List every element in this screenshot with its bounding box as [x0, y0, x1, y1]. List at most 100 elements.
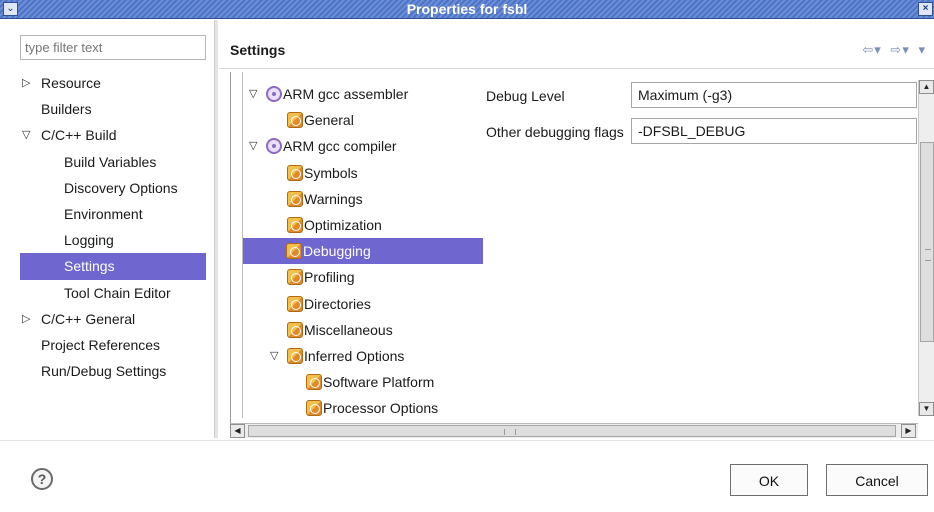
option-category-icon [287, 164, 303, 181]
option-category-icon [287, 112, 303, 129]
option-category-icon [287, 321, 303, 338]
tree-item-symbols[interactable]: Symbols [244, 160, 483, 186]
header-divider [219, 68, 934, 69]
nav-item-builders[interactable]: Builders [20, 96, 206, 122]
debug-level-select[interactable]: Maximum (-g3) [631, 82, 917, 108]
nav-item-cpp-general[interactable]: ▷ C/C++ General [20, 306, 206, 332]
option-category-icon [287, 216, 303, 233]
nav-item-cpp-build[interactable]: ▽ C/C++ Build [20, 122, 206, 148]
panel-sash[interactable] [214, 20, 218, 438]
option-category-icon [286, 243, 302, 260]
nav-item-settings[interactable]: Settings [20, 253, 206, 280]
collapse-triangle-icon[interactable]: ▽ [249, 133, 257, 159]
tool-settings-tree-panel: ▽ ARM gcc assembler General ▽ ARM gcc co… [230, 72, 483, 438]
horizontal-scroll-thumb[interactable] [248, 425, 896, 437]
tree-item-warnings[interactable]: Warnings [244, 186, 483, 212]
history-nav: ⇦▾ ⇨▾ ▾ [858, 42, 926, 58]
scroll-right-button[interactable]: ▶ [901, 424, 916, 438]
tree-item-label: Debugging [303, 243, 371, 260]
nav-item-run-debug-settings[interactable]: Run/Debug Settings [20, 358, 206, 384]
scroll-grip-icon [504, 429, 516, 435]
tree-item-label: ARM gcc assembler [283, 86, 409, 102]
vertical-scroll-thumb[interactable] [920, 142, 934, 342]
collapse-triangle-icon[interactable]: ▽ [270, 343, 278, 369]
vertical-scrollbar[interactable]: ▲ ▼ [918, 80, 934, 416]
tree-item-label: Warnings [304, 190, 363, 207]
option-category-icon [306, 400, 322, 417]
tree-item-label: Optimization [304, 216, 382, 233]
tree-item-label: Miscellaneous [304, 321, 393, 338]
collapse-triangle-icon[interactable]: ▽ [249, 81, 257, 107]
nav-item-label: Environment [64, 205, 143, 222]
scroll-grip-icon [925, 249, 931, 261]
tree-item-label: Profiling [304, 269, 355, 286]
option-category-icon [287, 269, 303, 286]
nav-item-label: Settings [64, 258, 115, 275]
expand-triangle-icon[interactable]: ▷ [22, 306, 34, 332]
option-category-icon [306, 374, 322, 391]
debug-level-label: Debug Level [486, 88, 565, 104]
other-debugging-flags-field[interactable]: -DFSBL_DEBUG [631, 118, 917, 144]
tree-item-miscellaneous[interactable]: Miscellaneous [244, 317, 483, 343]
tree-item-general[interactable]: General [244, 107, 483, 133]
scroll-up-button[interactable]: ▲ [919, 80, 934, 94]
nav-item-resource[interactable]: ▷ Resource [20, 70, 206, 96]
footer-divider [0, 440, 934, 441]
nav-item-label: Resource [41, 75, 101, 91]
window-title: Properties for fsbl [406, 1, 528, 17]
tree-item-arm-gcc-compiler[interactable]: ▽ ARM gcc compiler [244, 133, 483, 159]
tool-icon [266, 86, 282, 102]
filter-input[interactable] [20, 35, 206, 60]
tree-item-label: Software Platform [323, 374, 435, 391]
tree-item-label: ARM gcc compiler [283, 138, 397, 155]
horizontal-scrollbar[interactable]: ◀ ▶ [230, 423, 918, 438]
nav-item-label: C/C++ General [41, 310, 136, 327]
close-button[interactable]: × [918, 2, 933, 16]
nav-item-label: Tool Chain Editor [64, 284, 171, 301]
back-arrow-icon[interactable]: ⇦▾ [862, 42, 881, 58]
tree-item-debugging[interactable]: Debugging [243, 238, 483, 265]
tree-item-processor-options[interactable]: Processor Options [244, 395, 483, 421]
nav-item-logging[interactable]: Logging [20, 227, 206, 253]
nav-item-project-references[interactable]: Project References [20, 332, 206, 358]
page-title: Settings [230, 42, 286, 58]
property-nav-panel: ▷ Resource Builders ▽ C/C++ Build Build … [0, 20, 214, 438]
view-menu-icon[interactable]: ▾ [918, 42, 926, 58]
tool-icon [266, 138, 282, 155]
scroll-left-button[interactable]: ◀ [230, 424, 245, 438]
nav-item-tool-chain-editor[interactable]: Tool Chain Editor [20, 280, 206, 306]
tree-item-label: Processor Options [323, 400, 439, 417]
nav-item-discovery-options[interactable]: Discovery Options [20, 175, 206, 201]
property-nav-tree: ▷ Resource Builders ▽ C/C++ Build Build … [20, 70, 206, 384]
tree-item-directories[interactable]: Directories [244, 291, 483, 317]
tree-item-label: Directories [304, 295, 371, 312]
close-icon: × [922, 3, 929, 14]
title-bar: ⌄ Properties for fsbl × [0, 0, 934, 19]
forward-arrow-icon[interactable]: ⇨▾ [890, 42, 909, 58]
tree-item-label: Inferred Options [304, 347, 405, 364]
option-category-icon [287, 295, 303, 312]
tree-item-optimization[interactable]: Optimization [244, 212, 483, 238]
tree-item-label: Symbols [304, 164, 358, 181]
nav-item-label: Logging [64, 232, 114, 249]
tree-item-label: General [304, 112, 354, 129]
help-icon: ? [37, 471, 47, 487]
help-button[interactable]: ? [31, 468, 53, 490]
collapse-triangle-icon[interactable]: ▽ [22, 122, 34, 148]
expand-triangle-icon[interactable]: ▷ [22, 70, 34, 96]
tool-settings-tree: ▽ ARM gcc assembler General ▽ ARM gcc co… [243, 81, 483, 421]
option-category-icon [287, 347, 303, 364]
tree-item-software-platform[interactable]: Software Platform [244, 369, 483, 395]
nav-item-label: Project References [41, 336, 161, 353]
option-category-icon [287, 190, 303, 207]
nav-item-label: Builders [41, 101, 92, 118]
nav-item-build-variables[interactable]: Build Variables [20, 149, 206, 175]
tree-item-inferred-options[interactable]: ▽ Inferred Options [244, 343, 483, 369]
tree-item-arm-gcc-assembler[interactable]: ▽ ARM gcc assembler [244, 81, 483, 107]
nav-item-label: Build Variables [64, 153, 157, 170]
cancel-button[interactable]: Cancel [826, 464, 928, 496]
nav-item-environment[interactable]: Environment [20, 201, 206, 227]
tree-item-profiling[interactable]: Profiling [244, 264, 483, 290]
ok-button[interactable]: OK [730, 464, 808, 496]
scroll-down-button[interactable]: ▼ [919, 402, 934, 416]
